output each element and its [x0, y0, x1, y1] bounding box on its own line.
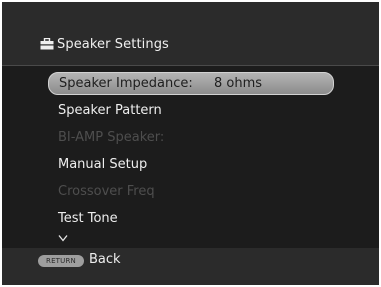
menu-item-crossover-freq: Crossover Freq: [48, 180, 334, 203]
menu-item-label: Speaker Impedance:: [59, 76, 193, 91]
header-divider: [2, 65, 379, 66]
menu-item-manual-setup[interactable]: Manual Setup: [48, 153, 334, 176]
menu-item-label: Test Tone: [58, 211, 118, 226]
toolbox-icon: [40, 38, 54, 50]
settings-screen: Speaker Settings Speaker Impedance: 8 oh…: [2, 2, 379, 285]
return-button-badge[interactable]: RETURN: [38, 255, 84, 267]
menu-item-label: Speaker Pattern: [58, 103, 162, 118]
page-title-row: Speaker Settings: [40, 35, 169, 53]
back-label[interactable]: Back: [89, 251, 121, 269]
menu-item-test-tone[interactable]: Test Tone: [48, 207, 334, 230]
menu-item-label: BI-AMP Speaker:: [58, 130, 165, 145]
menu-item-label: Manual Setup: [58, 157, 148, 172]
menu-item-label: Crossover Freq: [58, 184, 155, 199]
footer-bar: RETURN Back: [2, 248, 379, 285]
settings-menu: Speaker Impedance: 8 ohms Speaker Patter…: [2, 70, 379, 248]
menu-item-speaker-pattern[interactable]: Speaker Pattern: [48, 99, 334, 122]
chevron-down-icon[interactable]: [58, 234, 68, 242]
menu-item-speaker-impedance[interactable]: Speaker Impedance: 8 ohms: [48, 72, 334, 95]
page-title: Speaker Settings: [57, 36, 169, 52]
header-bar: Speaker Settings: [2, 2, 379, 65]
menu-item-bi-amp-speaker: BI-AMP Speaker:: [48, 126, 334, 149]
menu-item-value: 8 ohms: [214, 76, 263, 91]
